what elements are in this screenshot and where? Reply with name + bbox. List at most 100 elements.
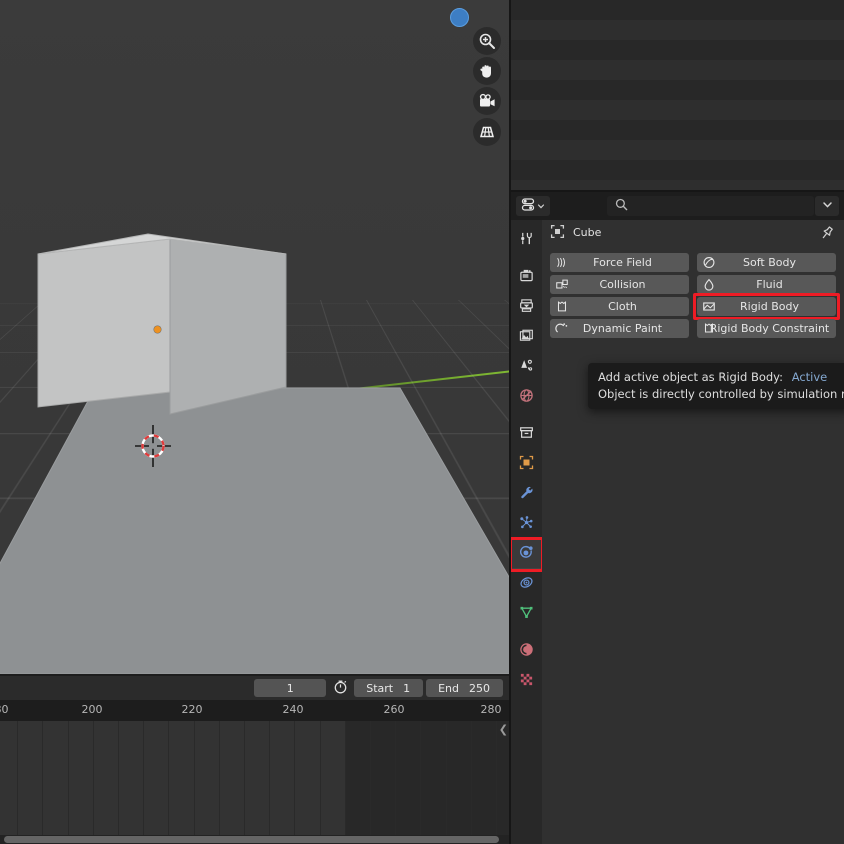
timeline-gridline [194,721,195,837]
timeline-header: 1 Start 1 End 250 [0,676,509,700]
tab-world[interactable] [511,382,542,412]
properties-editor[interactable]: Cube Force FieldSoft BodyCollisionFluidC… [511,192,844,844]
outliner-row[interactable] [511,20,844,40]
hand-icon [478,62,496,80]
tab-collection[interactable] [511,419,542,449]
dynamic-paint-button[interactable]: Dynamic Paint [550,319,689,338]
images-icon [519,328,534,346]
stopwatch-icon [333,679,348,697]
rigid-body-constraint-button[interactable]: Rigid Body Constraint [697,319,836,338]
timeline-tick-label: 220 [182,703,203,716]
physics-buttons-grid[interactable]: Force Field Soft Body Collision Fluid Cloth R… [550,253,838,338]
outliner-row[interactable] [511,100,844,120]
tab-modifiers[interactable] [511,479,542,509]
soft-body-button[interactable]: Soft Body [697,253,836,272]
collision-button[interactable]: Collision [550,275,689,294]
soft-body-button-label: Soft Body [697,256,836,269]
frame-start-label: Start [354,682,403,695]
camera-icon [478,92,497,111]
cloth-shirt-icon [555,300,569,314]
outliner-row[interactable] [511,160,844,180]
frame-start-value: 1 [403,682,423,695]
properties-filter-button[interactable] [815,196,839,216]
scrollbar-thumb[interactable] [4,836,499,843]
tab-material[interactable] [511,636,542,666]
tab-particles[interactable] [511,509,542,539]
outliner-row[interactable] [511,120,844,140]
tab-physics[interactable] [511,539,542,569]
timeline-gridline [395,721,396,837]
properties-body: Cube Force FieldSoft BodyCollisionFluidC… [542,220,844,844]
rigid-body-tooltip: Add active object as Rigid Body: Active … [588,363,844,409]
current-frame-field[interactable]: 1 [254,679,326,697]
tab-object-data[interactable] [511,599,542,629]
timeline-gridline [471,721,472,837]
timeline-scroll-arrow-icon[interactable]: ❮ [499,723,508,736]
tooltip-line-1: Add active object as Rigid Body: Active [598,369,840,386]
active-tab-highlight [511,537,544,572]
timeline-track-area[interactable] [0,721,509,837]
texture-checker-icon [519,672,534,690]
timeline-tick-label: 260 [384,703,405,716]
zoom-gizmo[interactable] [473,27,501,55]
editor-type-button[interactable] [516,196,550,216]
auto-keying-toggle[interactable] [329,679,351,697]
timeline-gridline [17,721,18,837]
tab-view-layer[interactable] [511,322,542,352]
force-field-icon [555,256,569,270]
fluid-droplet-icon [702,278,716,292]
timeline-gridline [370,721,371,837]
magnifier-plus-icon [478,32,496,50]
cube-object[interactable] [30,232,300,422]
outliner-row[interactable] [511,140,844,160]
particles-icon [519,515,534,533]
tab-render[interactable] [511,262,542,292]
timeline-gridline [68,721,69,837]
orthographic-toggle-gizmo[interactable] [473,118,501,146]
material-sphere-icon [519,642,534,660]
object-origin-point [154,326,161,333]
navigation-gizmo-ball[interactable] [450,8,469,27]
render-icon [519,268,534,286]
timeline-editor[interactable]: 1 Start 1 End 250 [0,674,509,844]
outliner-row[interactable] [511,40,844,60]
3d-viewport[interactable] [0,0,509,674]
tab-texture[interactable] [511,666,542,696]
frame-end-field[interactable]: End 250 [426,679,503,697]
timeline-gridline [93,721,94,837]
properties-search-input[interactable] [607,196,814,216]
properties-tab-rail[interactable] [511,220,542,844]
timeline-ruler[interactable]: 180200220240260280 [0,700,509,721]
timeline-gridline [345,721,346,837]
tab-object-constraints[interactable] [511,569,542,599]
cloth-button[interactable]: Cloth [550,297,689,316]
tab-tool[interactable] [511,225,542,255]
timeline-gridline [320,721,321,837]
tab-object[interactable] [511,449,542,479]
grid-icon [478,123,496,141]
outliner-row[interactable] [511,180,844,190]
pin-icon[interactable] [819,225,835,244]
pan-gizmo[interactable] [473,57,501,85]
rigid-body-button[interactable]: Rigid Body [697,297,836,316]
timeline-horizontal-scrollbar[interactable] [0,835,509,844]
tab-scene[interactable] [511,352,542,382]
collection-box-icon [519,425,534,443]
fluid-button[interactable]: Fluid [697,275,836,294]
outliner-row[interactable] [511,80,844,100]
timeline-tick-label: 200 [82,703,103,716]
timeline-tick-label: 280 [481,703,502,716]
tab-output[interactable] [511,292,542,322]
frame-end-value: 250 [469,682,503,695]
properties-editor-icon [521,197,536,215]
timeline-gridline [219,721,220,837]
force-field-button[interactable]: Force Field [550,253,689,272]
outliner-editor[interactable] [511,0,844,190]
outliner-row[interactable] [511,60,844,80]
camera-view-gizmo[interactable] [473,87,501,115]
timeline-gridline [446,721,447,837]
tooltip-line-1-value: Active [792,370,828,384]
frame-start-field[interactable]: Start 1 [354,679,423,697]
timeline-tick-label: 180 [0,703,9,716]
outliner-row[interactable] [511,0,844,20]
